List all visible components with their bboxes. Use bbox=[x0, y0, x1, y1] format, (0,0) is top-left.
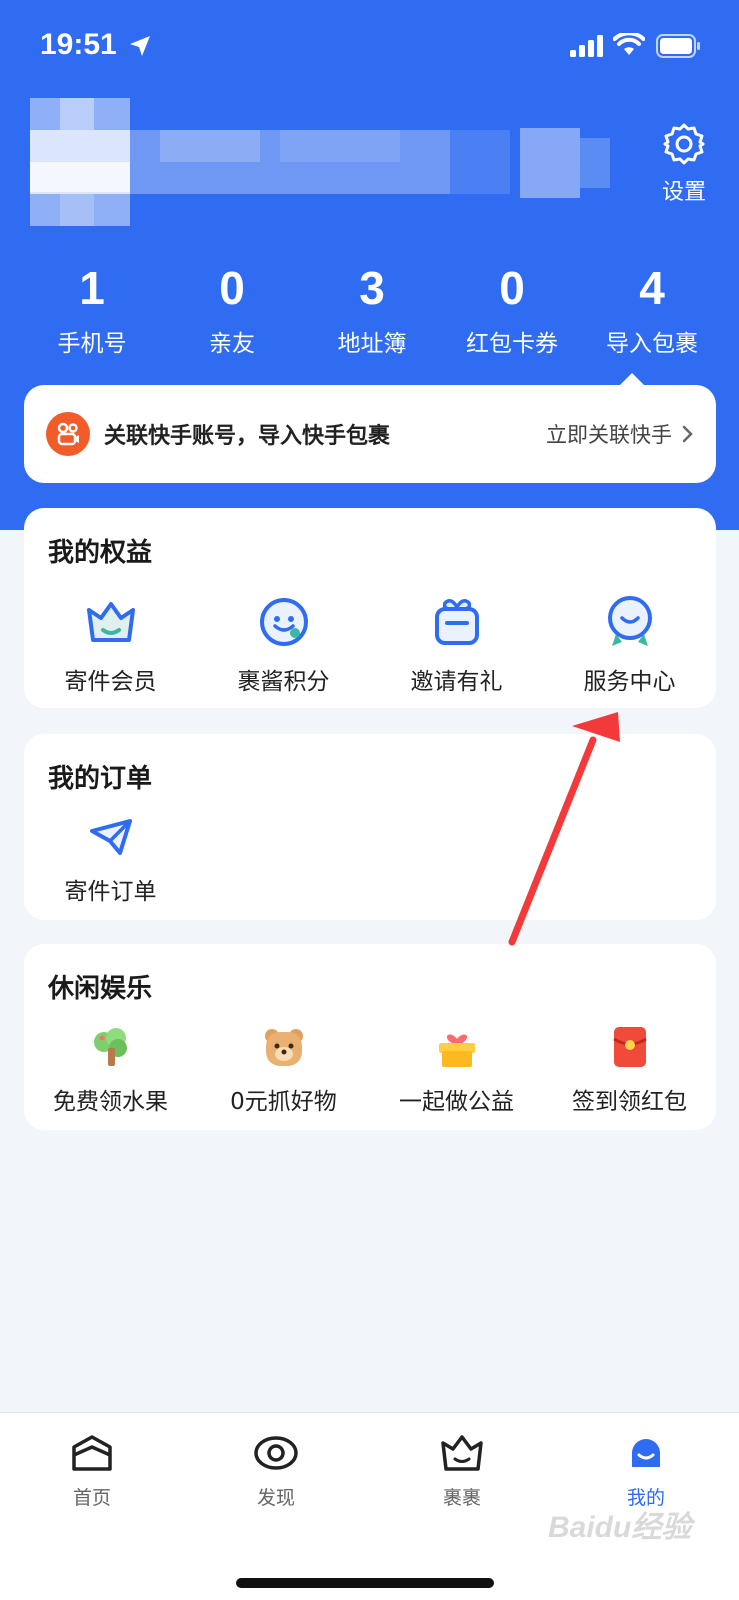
benefit-points[interactable]: 裹酱积分 bbox=[197, 594, 370, 696]
home-icon bbox=[72, 1435, 112, 1471]
leisure-grab[interactable]: 0元抓好物 bbox=[197, 1024, 370, 1116]
tab-label: 发现 bbox=[256, 1487, 295, 1509]
link-kuaishou-banner[interactable]: 关联快手账号，导入快手包裹 立即关联快手 bbox=[24, 373, 716, 483]
banner-action-label: 立即关联快手 bbox=[546, 423, 672, 447]
link-kuaishou-link[interactable]: 立即关联快手 bbox=[546, 419, 694, 449]
stat-label: 亲友 bbox=[209, 331, 255, 357]
stat-family[interactable]: 0 亲友 bbox=[162, 262, 302, 362]
benefit-member[interactable]: 寄件会员 bbox=[24, 594, 197, 696]
crown-icon bbox=[86, 602, 135, 642]
orders-title: 我的订单 bbox=[48, 764, 153, 794]
tab-label: 首页 bbox=[72, 1487, 111, 1509]
cellular-signal-icon bbox=[570, 35, 603, 57]
stat-label: 地址簿 bbox=[337, 331, 407, 357]
leisure-label: 0元抓好物 bbox=[230, 1089, 337, 1115]
orders-row: 寄件订单 bbox=[24, 814, 716, 906]
eye-icon bbox=[254, 1436, 298, 1470]
banner-notch bbox=[620, 373, 644, 385]
leisure-title: 休闲娱乐 bbox=[48, 974, 153, 1004]
stat-value: 0 bbox=[219, 262, 245, 314]
benefit-invite[interactable]: 邀请有礼 bbox=[370, 594, 543, 696]
stat-address-book[interactable]: 3 地址簿 bbox=[302, 262, 442, 362]
tab-discover[interactable]: 发现 bbox=[216, 1433, 336, 1510]
stat-value: 0 bbox=[499, 262, 525, 314]
service-icon bbox=[607, 596, 652, 646]
leisure-row: 免费领水果 0元抓好物 一起做公益 签到领红包 bbox=[24, 1024, 716, 1116]
stats-row: 1 手机号 0 亲友 3 地址簿 0 红包卡券 4 导入包裹 bbox=[22, 262, 722, 362]
stat-label: 手机号 bbox=[57, 331, 127, 357]
leisure-fruit[interactable]: 免费领水果 bbox=[24, 1024, 197, 1116]
paper-plane-icon bbox=[89, 819, 132, 855]
order-send[interactable]: 寄件订单 bbox=[24, 814, 197, 906]
gear-icon bbox=[663, 123, 705, 165]
tab-home[interactable]: 首页 bbox=[32, 1433, 152, 1510]
kuaishou-icon bbox=[46, 412, 90, 456]
stat-label: 红包卡券 bbox=[466, 331, 558, 357]
tree-icon bbox=[93, 1028, 127, 1066]
battery-icon bbox=[656, 34, 700, 58]
stat-label: 导入包裹 bbox=[606, 331, 698, 357]
bear-icon bbox=[264, 1029, 303, 1066]
status-time: 19:51 bbox=[40, 28, 117, 61]
order-label: 寄件订单 bbox=[64, 879, 157, 905]
benefit-label: 邀请有礼 bbox=[410, 669, 503, 695]
benefits-title: 我的权益 bbox=[48, 538, 153, 568]
stat-value: 3 bbox=[359, 262, 385, 314]
leisure-label: 免费领水果 bbox=[53, 1089, 168, 1115]
settings-label: 设置 bbox=[661, 180, 706, 205]
stat-import-packages[interactable]: 4 导入包裹 bbox=[582, 262, 722, 362]
home-indicator bbox=[236, 1578, 494, 1588]
benefit-label: 裹酱积分 bbox=[237, 669, 330, 695]
tab-guoguo[interactable]: 裹裹 bbox=[402, 1433, 522, 1510]
tab-mine[interactable]: 我的 bbox=[586, 1433, 706, 1510]
stat-value: 4 bbox=[639, 262, 665, 314]
benefit-service-center[interactable]: 服务中心 bbox=[543, 594, 716, 696]
status-bar: 19:51 bbox=[0, 0, 739, 90]
leisure-card: 休闲娱乐 免费领水果 0元抓好物 一起做公益 签到领红包 bbox=[24, 944, 716, 1130]
leisure-charity[interactable]: 一起做公益 bbox=[370, 1024, 543, 1116]
smiley-icon bbox=[259, 598, 308, 646]
user-icon bbox=[632, 1439, 660, 1467]
leisure-label: 签到领红包 bbox=[572, 1089, 687, 1115]
chevron-right-icon bbox=[682, 425, 693, 443]
wifi-icon bbox=[613, 33, 645, 55]
banner-text: 关联快手账号，导入快手包裹 bbox=[104, 424, 391, 449]
gift-icon bbox=[434, 599, 479, 645]
benefit-label: 服务中心 bbox=[583, 669, 676, 695]
settings-button[interactable]: 设置 bbox=[650, 122, 718, 206]
watermark: Baidu经验 bbox=[548, 1511, 692, 1544]
tab-label: 裹裹 bbox=[442, 1487, 481, 1509]
stat-coupons[interactable]: 0 红包卡券 bbox=[442, 262, 582, 362]
leisure-label: 一起做公益 bbox=[399, 1089, 514, 1115]
benefit-label: 寄件会员 bbox=[64, 669, 157, 695]
stat-value: 1 bbox=[79, 262, 105, 314]
crown-icon bbox=[441, 1435, 483, 1471]
leisure-red-envelope[interactable]: 签到领红包 bbox=[543, 1024, 716, 1116]
red-envelope-icon bbox=[612, 1027, 647, 1067]
orders-card: 我的订单 寄件订单 bbox=[24, 734, 716, 920]
benefits-row: 寄件会员 裹酱积分 邀请有礼 服务中心 bbox=[24, 594, 716, 696]
charity-box-icon bbox=[438, 1034, 475, 1067]
location-arrow-icon bbox=[130, 36, 150, 56]
stat-phone[interactable]: 1 手机号 bbox=[22, 262, 162, 362]
blurred-profile-info bbox=[30, 98, 610, 226]
benefits-card: 我的权益 寄件会员 裹酱积分 邀请有礼 服务中心 bbox=[24, 508, 716, 708]
